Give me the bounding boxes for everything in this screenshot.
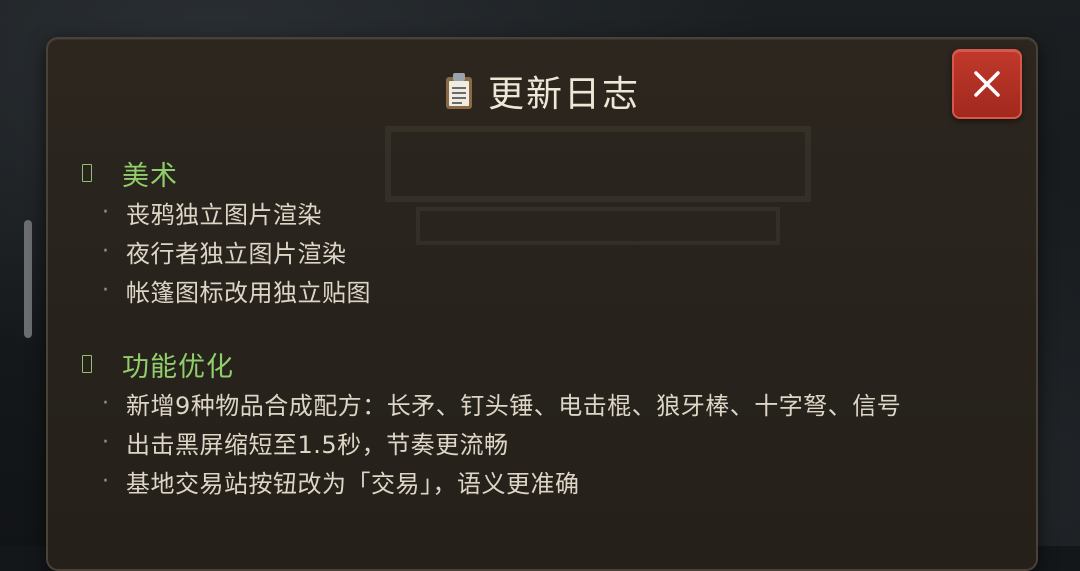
bullet-glyph: · [102, 278, 110, 303]
close-icon [974, 71, 1000, 97]
changelog-dialog: 更新日志 美术 · 丧鸦独立图片渲染 · 夜行者独立图片渲染 · 帐篷图标改用独… [46, 37, 1038, 571]
section-item-list: · 新增9种物品合成配方：长矛、钉头锤、电击棍、狼牙棒、十字弩、信号 · 出击黑… [82, 384, 901, 501]
list-item-text: 新增9种物品合成配方：长矛、钉头锤、电击棍、狼牙棒、十字弩、信号 [126, 392, 902, 420]
close-button[interactable] [952, 49, 1022, 119]
dialog-header: 更新日志 [48, 67, 1036, 115]
list-item-text: 夜行者独立图片渲染 [126, 240, 347, 268]
section-marker-icon [82, 355, 92, 373]
section-art: 美术 · 丧鸦独立图片渲染 · 夜行者独立图片渲染 · 帐篷图标改用独立贴图 [82, 153, 371, 310]
bullet-glyph: · [102, 200, 110, 225]
section-feature-optimization: 功能优化 · 新增9种物品合成配方：长矛、钉头锤、电击棍、狼牙棒、十字弩、信号 … [82, 344, 901, 501]
list-item: · 基地交易站按钮改为「交易」，语义更准确 [82, 462, 901, 501]
bullet-glyph: · [102, 430, 110, 455]
list-item: · 新增9种物品合成配方：长矛、钉头锤、电击棍、狼牙棒、十字弩、信号 [82, 384, 901, 423]
scrollbar-thumb[interactable] [24, 220, 32, 338]
list-item-text: 丧鸦独立图片渲染 [126, 201, 322, 229]
clipboard-icon [445, 73, 472, 109]
list-item-text: 出击黑屏缩短至1.5秒，节奏更流畅 [126, 431, 509, 459]
watermark-logo [385, 126, 811, 245]
section-header: 美术 [82, 153, 371, 193]
list-item: · 夜行者独立图片渲染 [82, 232, 371, 271]
dialog-title: 更新日志 [487, 74, 640, 115]
section-title: 功能优化 [122, 351, 234, 383]
section-header: 功能优化 [82, 344, 901, 384]
bullet-glyph: · [102, 239, 110, 264]
list-item-text: 帐篷图标改用独立贴图 [126, 279, 371, 307]
section-item-list: · 丧鸦独立图片渲染 · 夜行者独立图片渲染 · 帐篷图标改用独立贴图 [82, 193, 371, 310]
list-item: · 丧鸦独立图片渲染 [82, 193, 371, 232]
list-item-text: 基地交易站按钮改为「交易」，语义更准确 [126, 470, 580, 498]
bullet-glyph: · [102, 391, 110, 416]
list-item: · 出击黑屏缩短至1.5秒，节奏更流畅 [82, 423, 901, 462]
list-item: · 帐篷图标改用独立贴图 [82, 271, 371, 310]
section-marker-icon [82, 164, 92, 182]
bullet-glyph: · [102, 469, 110, 494]
section-title: 美术 [122, 160, 178, 192]
